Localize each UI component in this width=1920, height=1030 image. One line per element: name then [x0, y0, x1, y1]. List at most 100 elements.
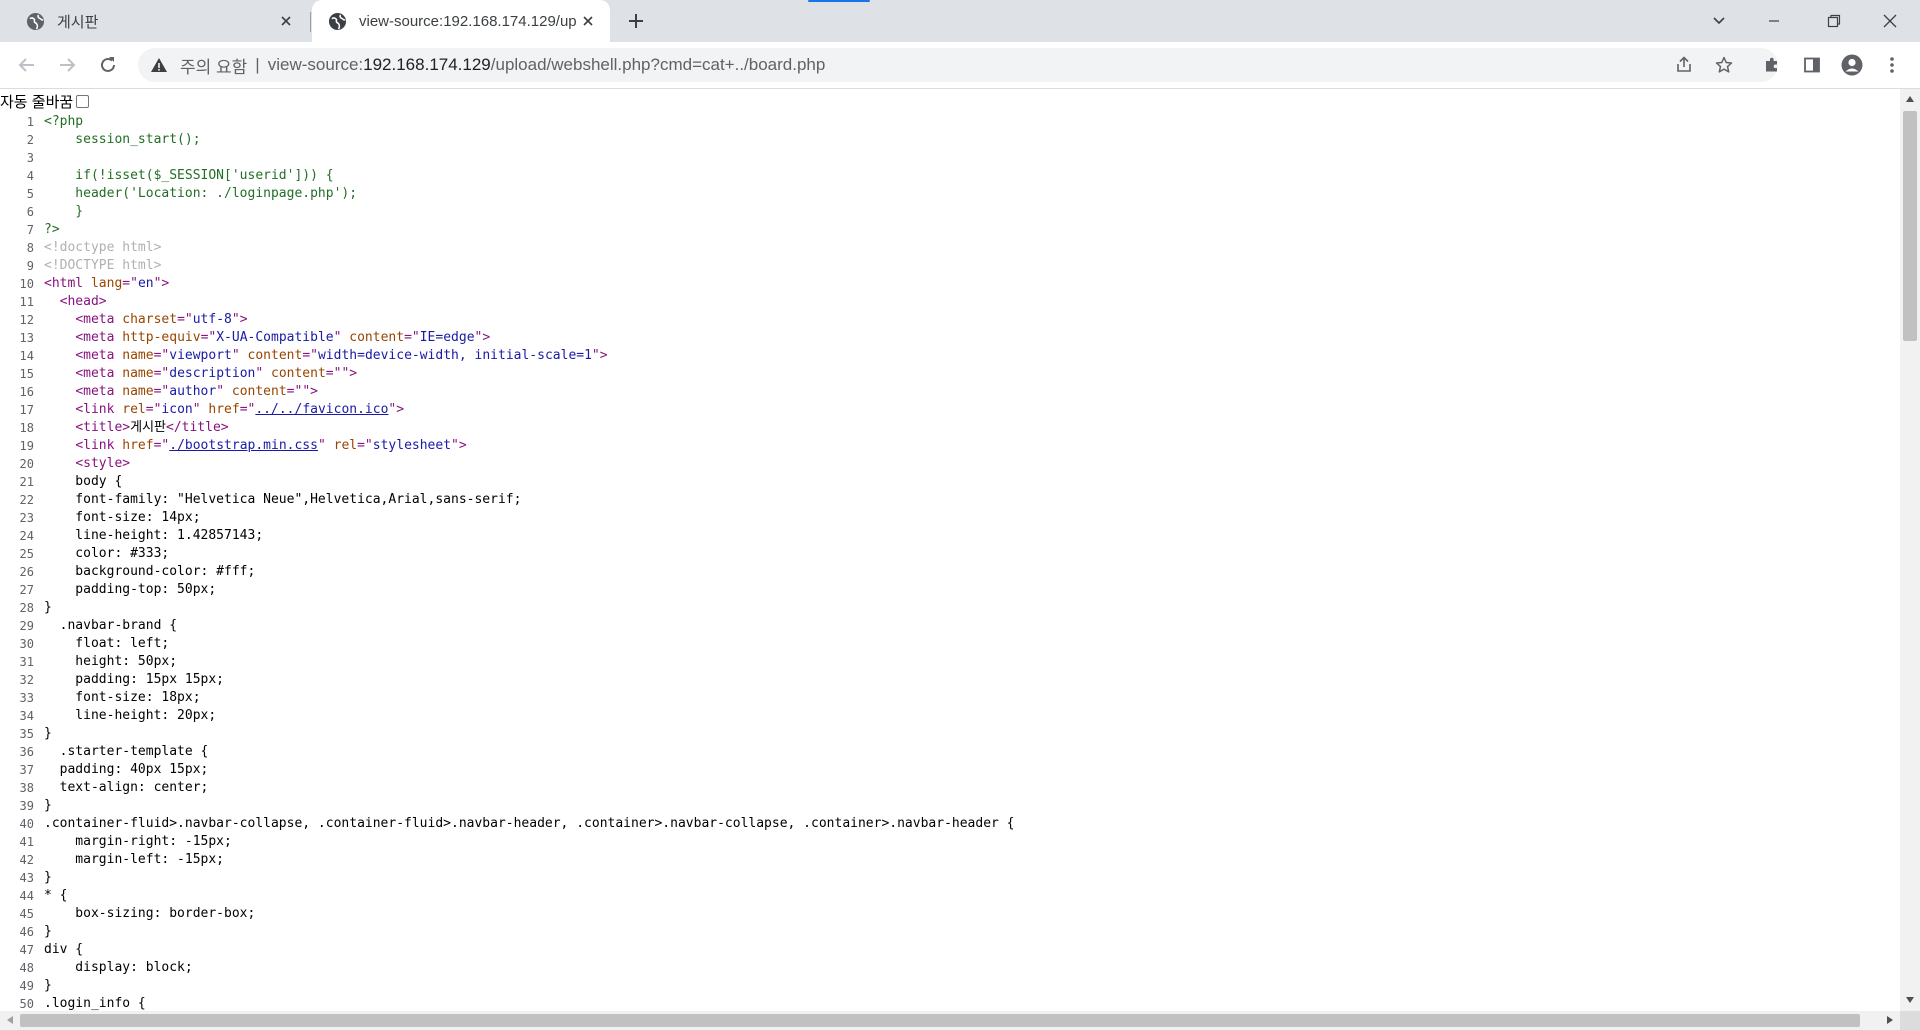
share-button[interactable] [1670, 51, 1698, 79]
code-text: header('Location: ./loginpage.php'); [44, 185, 1900, 203]
code-line: 6 } [0, 203, 1900, 221]
line-number: 30 [19, 637, 34, 651]
horizontal-scrollbar[interactable] [0, 1011, 1900, 1030]
code-line: 7 ?> [0, 221, 1900, 239]
code-token: <?php [44, 114, 84, 129]
bookmark-button[interactable] [1710, 51, 1738, 79]
line-number: 26 [19, 565, 34, 579]
code-text: } [44, 797, 1900, 815]
code-text: <meta name="description" content=""> [44, 365, 1900, 383]
code-line: 32 padding: 15px 15px; [0, 671, 1900, 689]
code-line: 48 display: block; [0, 959, 1900, 977]
code-token: "> [388, 402, 405, 417]
warning-icon[interactable] [150, 56, 168, 74]
url-path: /upload/webshell.php?cmd=cat+../board.ph… [490, 55, 826, 74]
vertical-scrollbar[interactable] [1900, 89, 1920, 1011]
code-token: =""> [286, 384, 318, 399]
scroll-left-arrow[interactable] [7, 1016, 13, 1024]
code-token: author [169, 384, 217, 399]
code-text: display: block; [44, 959, 1900, 977]
tab-board[interactable]: 게시판 [8, 0, 308, 42]
code-text: div { [44, 941, 1900, 959]
line-wrap-checkbox[interactable] [76, 94, 90, 108]
code-token: <link [75, 402, 123, 417]
tab-view-source[interactable]: view-source:192.168.174.129/up [312, 0, 610, 42]
code-text: } [44, 725, 1900, 743]
restore-button[interactable] [1812, 0, 1856, 42]
forward-button[interactable] [53, 51, 81, 79]
code-token: content [247, 348, 303, 363]
code-text: ?> [44, 221, 1900, 239]
code-text: padding: 15px 15px; [44, 671, 1900, 689]
code-line: 34 line-height: 20px; [0, 707, 1900, 725]
tab-search-button[interactable] [1697, 0, 1741, 42]
close-icon[interactable] [276, 11, 296, 31]
globe-icon [328, 12, 347, 31]
code-token: " [317, 438, 334, 453]
side-panel-button[interactable] [1798, 51, 1826, 79]
scroll-right-arrow[interactable] [1887, 1016, 1893, 1024]
code-token: font-family: "Helvetica Neue",Helvetica,… [44, 492, 522, 507]
reload-button[interactable] [94, 51, 122, 79]
code-line: 27 padding-top: 50px; [0, 581, 1900, 599]
line-wrap-control: 자동 줄바꿈 [0, 89, 1920, 113]
code-line: 44 * { [0, 887, 1900, 905]
source-link[interactable]: ../../favicon.ico [255, 402, 388, 417]
line-number: 12 [19, 313, 34, 327]
line-number: 35 [19, 727, 34, 741]
close-icon[interactable] [578, 11, 598, 31]
line-number: 4 [26, 169, 34, 183]
code-text: } [44, 923, 1900, 941]
line-number: 27 [19, 583, 34, 597]
scroll-down-arrow[interactable] [1906, 997, 1914, 1003]
code-token: <html [44, 276, 91, 291]
url-text[interactable]: view-source:192.168.174.129/upload/websh… [268, 55, 826, 75]
code-line: 47 div { [0, 941, 1900, 959]
code-token: div { [44, 942, 84, 957]
scroll-up-arrow[interactable] [1906, 96, 1914, 102]
vertical-scroll-thumb[interactable] [1903, 111, 1917, 341]
line-number: 29 [19, 619, 34, 633]
profile-button[interactable] [1838, 51, 1866, 79]
address-bar[interactable]: 주의 요함 | view-source:192.168.174.129/uplo… [138, 48, 1778, 82]
code-token: =" [177, 312, 193, 327]
code-token: <meta [75, 348, 123, 363]
code-token: text-align: center; [44, 780, 209, 795]
code-token: " [255, 366, 271, 381]
code-text: <meta name="author" content=""> [44, 383, 1900, 401]
code-line: 33 font-size: 18px; [0, 689, 1900, 707]
code-token: charset [122, 312, 178, 327]
code-token: rel [122, 402, 146, 417]
code-token: height: 50px; [44, 654, 178, 669]
line-number: 23 [19, 511, 34, 525]
back-button[interactable] [13, 51, 41, 79]
security-divider: | [255, 55, 260, 74]
menu-button[interactable] [1878, 51, 1906, 79]
code-line: 21 body { [0, 473, 1900, 491]
code-token: =" [153, 384, 170, 399]
reload-icon [101, 57, 115, 72]
close-window-button[interactable] [1868, 0, 1912, 42]
code-line: 17 <link rel="icon" href="../../favicon.… [0, 401, 1900, 419]
code-token: "> [153, 276, 170, 291]
tab-title: view-source:192.168.174.129/up [359, 12, 577, 30]
source-link[interactable]: ./bootstrap.min.css [169, 438, 318, 453]
code-text: } [44, 599, 1900, 617]
line-number: 43 [19, 871, 34, 885]
line-number: 14 [19, 349, 34, 363]
code-text: <?php [44, 113, 1900, 131]
code-token: * { [44, 888, 68, 903]
new-tab-button[interactable] [624, 9, 648, 33]
code-line: 16 <meta name="author" content=""> [0, 383, 1900, 401]
security-status[interactable]: 주의 요함 [180, 53, 247, 78]
code-token: float: left; [44, 636, 170, 651]
code-text: font-family: "Helvetica Neue",Helvetica,… [44, 491, 1900, 509]
line-number: 5 [26, 187, 34, 201]
extensions-button[interactable] [1758, 51, 1786, 79]
line-number: 42 [19, 853, 34, 867]
code-line: 35} [0, 725, 1900, 743]
horizontal-scroll-thumb[interactable] [20, 1014, 1860, 1027]
minimize-button[interactable] [1752, 0, 1796, 42]
